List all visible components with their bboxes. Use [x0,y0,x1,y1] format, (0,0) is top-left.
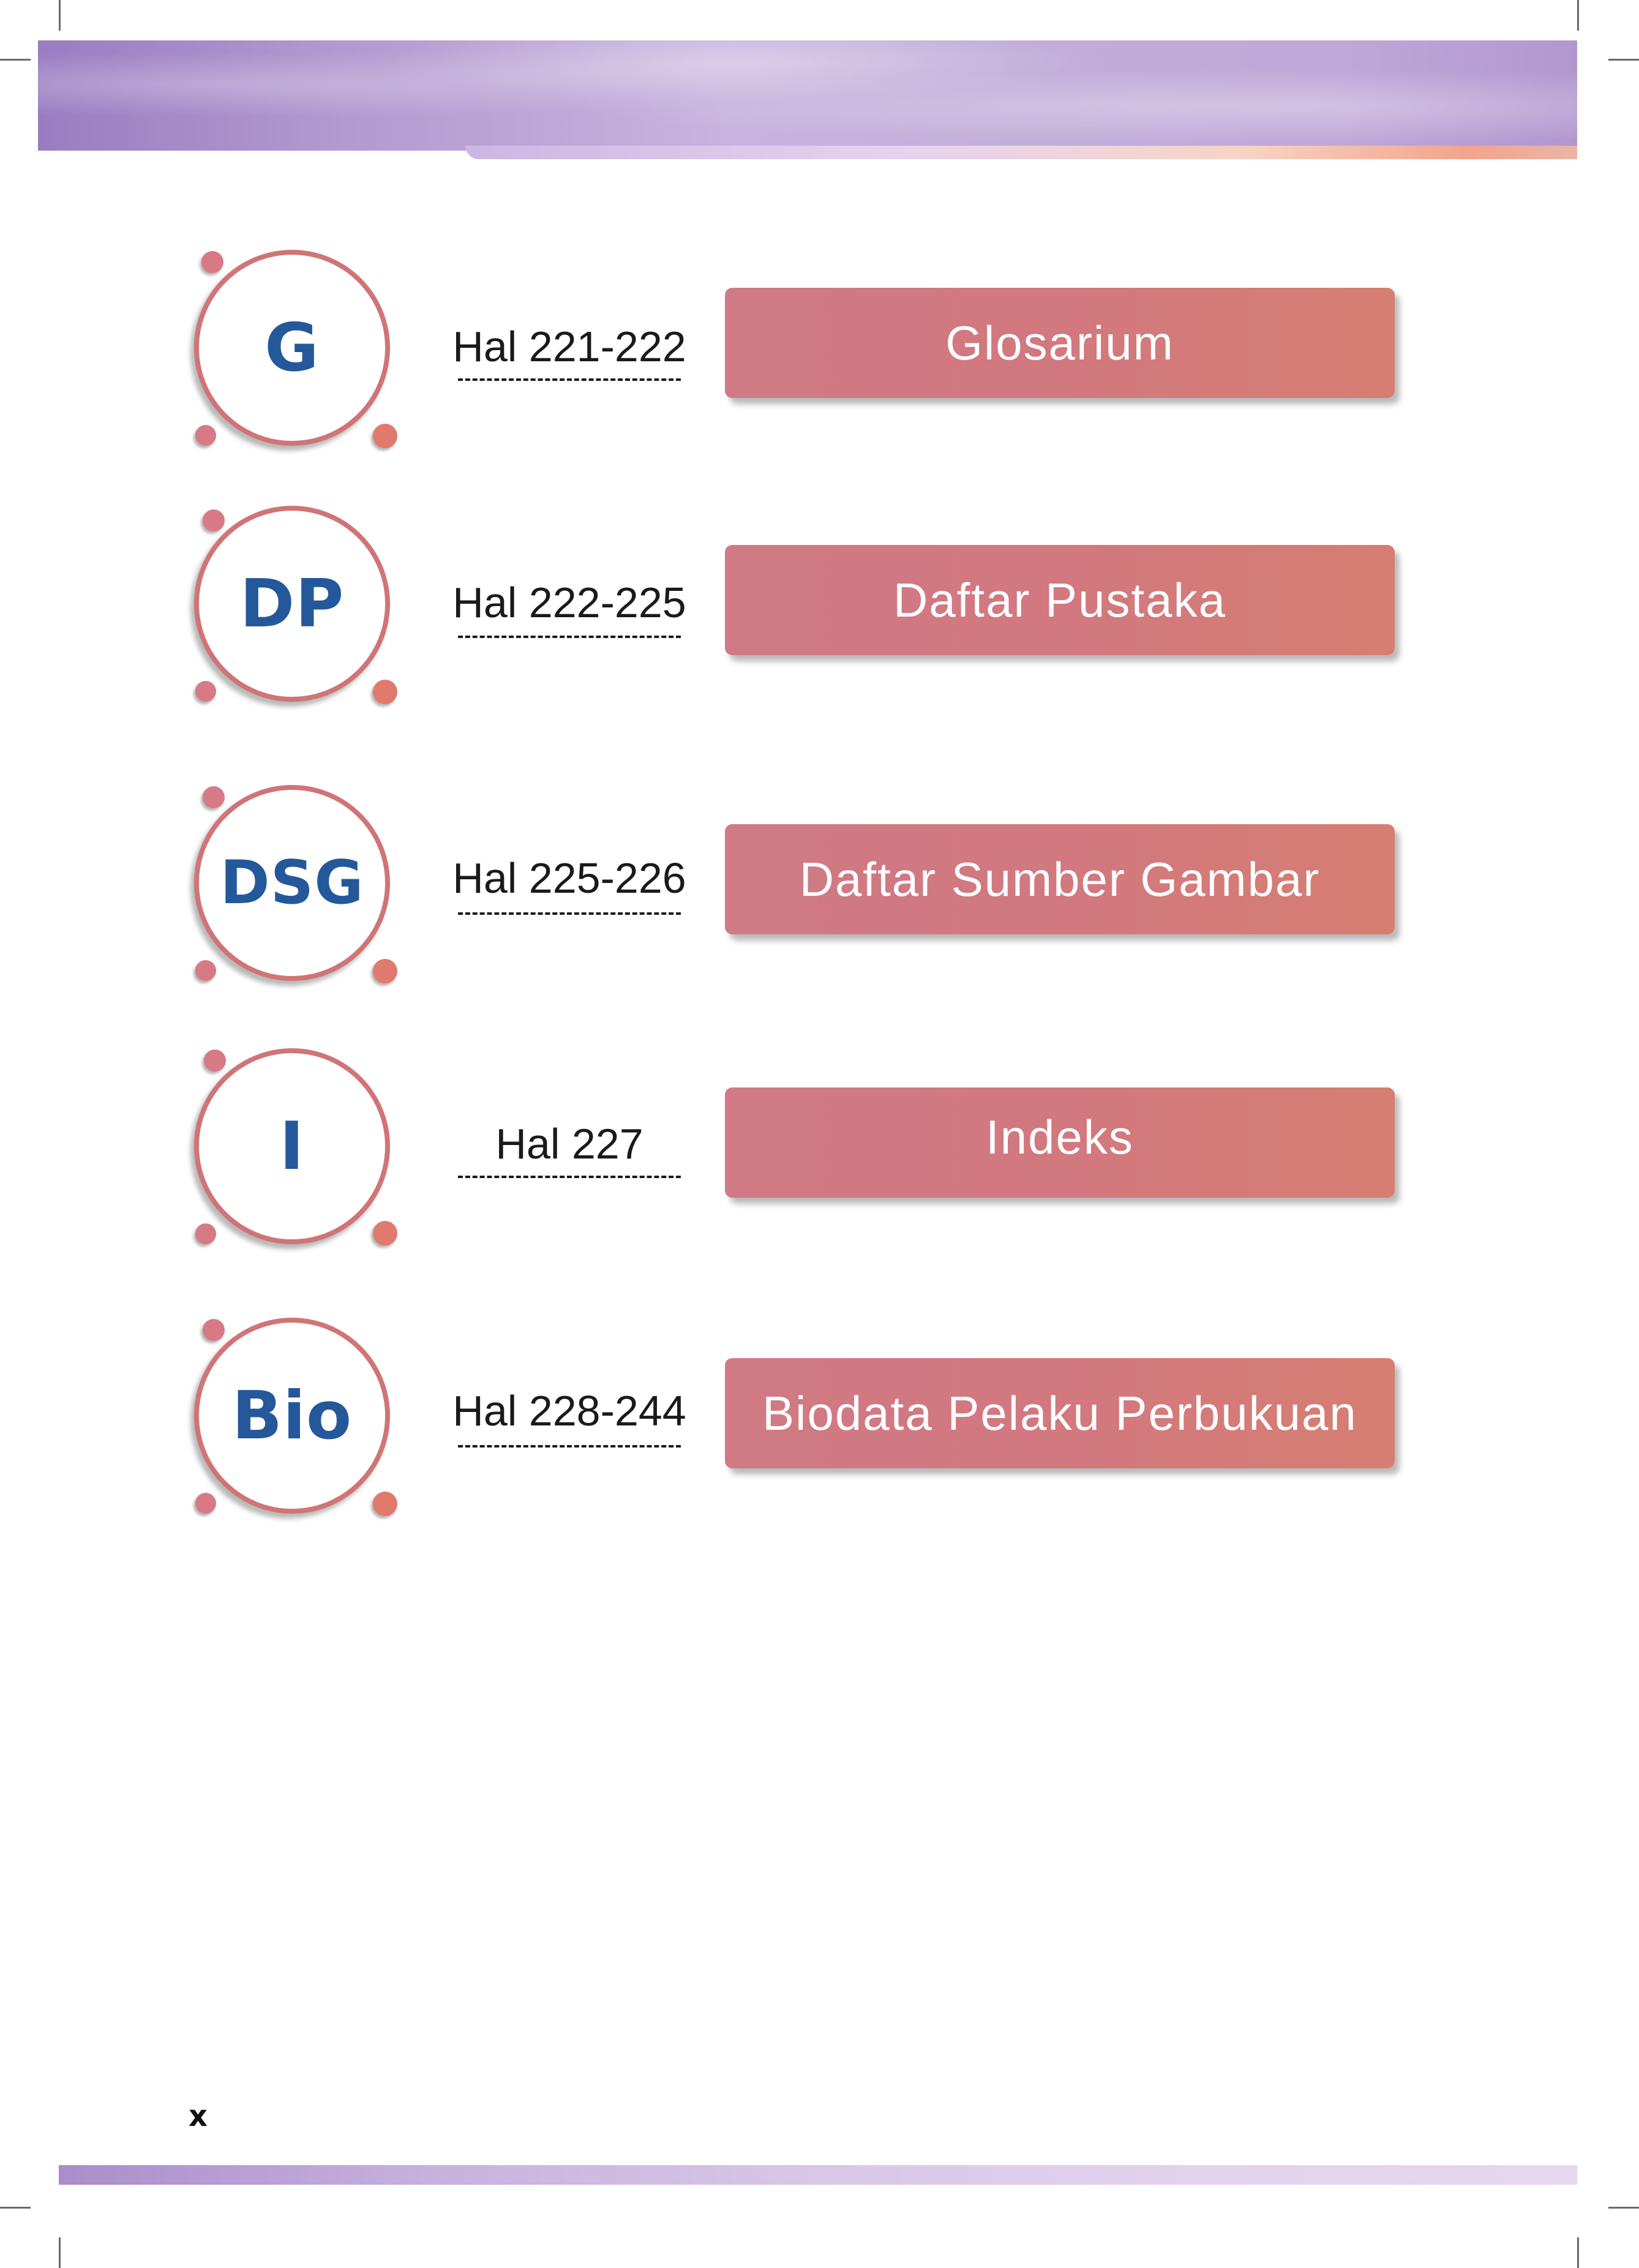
section-code: G [264,309,320,386]
header-banner-strip [465,146,1577,159]
section-title-button[interactable]: Indeks [725,1087,1395,1198]
toc-row-biodata: Bio Hal 228-244 Biodata Pelaku Perbukuan [0,1318,1639,1538]
page-range: Hal 227 [495,1120,643,1168]
decor-dot [373,1492,397,1516]
badge-circle: Bio [194,1318,390,1514]
badge-circle: DSG [194,785,390,981]
decor-dot [203,1319,225,1341]
section-badge: DSG [194,785,397,987]
page-range: Hal 221-222 [452,323,686,370]
toc-row-daftar-pustaka: DP Hal 222-225 Daftar Pustaka [0,506,1639,726]
crop-mark [1577,2237,1579,2268]
decor-dot [195,960,216,981]
section-title-button[interactable]: Biodata Pelaku Perbukuan [725,1358,1395,1468]
page-range-underline [458,636,681,638]
crop-mark [1577,0,1579,31]
toc-row-indeks: I Hal 227 Indeks [0,1048,1639,1269]
decor-dot [195,1493,216,1514]
section-code: I [279,1108,305,1185]
decor-dot [201,251,223,273]
decor-dot [373,959,397,983]
crop-mark [0,2207,31,2209]
section-title-button[interactable]: Daftar Sumber Gambar [725,824,1395,934]
section-code: DP [239,565,345,642]
page-number: x [189,2099,208,2133]
decor-dot [373,424,397,448]
toc-row-daftar-sumber-gambar: DSG Hal 225-226 Daftar Sumber Gambar [0,785,1639,1005]
toc-row-glosarium: G Hal 221-222 Glosarium [0,250,1639,470]
decor-dot [195,1223,216,1244]
page-range-underline [458,1176,681,1178]
decor-dot [203,786,225,808]
header-banner [38,40,1577,151]
section-code: Bio [231,1377,353,1454]
decor-dot [373,680,397,704]
page-range: Hal 225-226 [452,854,686,902]
section-badge: DP [194,506,397,708]
crop-mark [1608,2207,1639,2209]
section-badge: G [194,250,397,452]
footer-banner [59,2165,1577,2185]
section-title-button[interactable]: Daftar Pustaka [725,545,1395,655]
decor-dot [203,509,225,531]
page-range-underline [458,378,681,381]
decor-dot [195,425,216,446]
crop-mark [0,59,31,61]
section-title-button[interactable]: Glosarium [725,288,1395,398]
badge-circle: G [194,250,390,446]
page-range-underline [458,912,681,915]
crop-mark [59,2237,61,2268]
section-badge: Bio [194,1318,397,1520]
decor-dot [195,681,216,702]
page-range: Hal 228-244 [452,1387,686,1435]
section-badge: I [194,1048,397,1250]
badge-circle: I [194,1048,390,1244]
decor-dot [204,1050,226,1072]
crop-mark [59,0,61,31]
decor-dot [373,1221,397,1245]
crop-mark [1608,59,1639,61]
page-range: Hal 222-225 [452,579,686,626]
section-code: DSG [220,848,364,918]
page-range-underline [458,1445,681,1448]
badge-circle: DP [194,506,390,702]
